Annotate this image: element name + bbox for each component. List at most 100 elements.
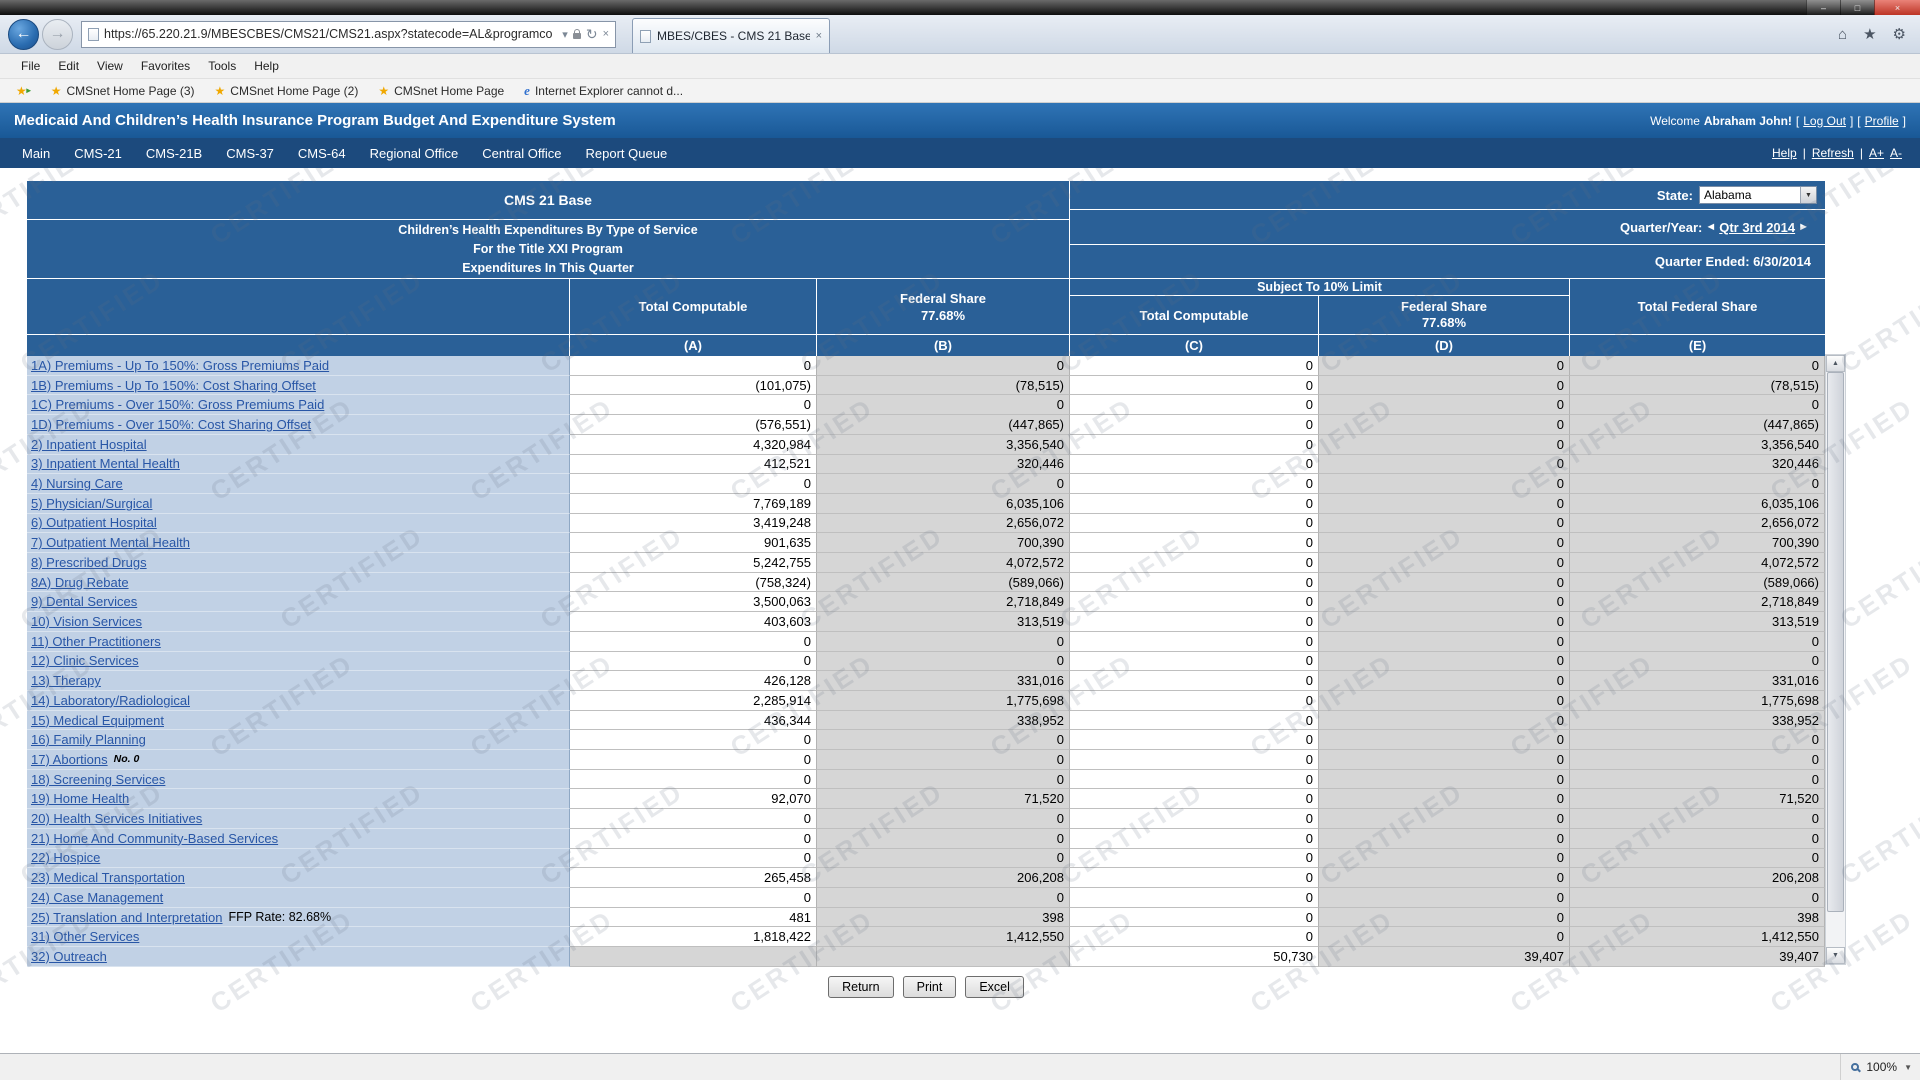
row-link[interactable]: 17) Abortions bbox=[31, 752, 108, 767]
row-link[interactable]: 9) Dental Services bbox=[31, 594, 137, 609]
row-link[interactable]: 6) Outpatient Hospital bbox=[31, 515, 157, 530]
value-cell-e: 0 bbox=[1570, 829, 1825, 849]
nav-item-central-office[interactable]: Central Office bbox=[470, 146, 573, 161]
menu-item-tools[interactable]: Tools bbox=[199, 59, 245, 73]
row-link[interactable]: 10) Vision Services bbox=[31, 614, 142, 629]
autocomplete-dropdown-icon[interactable]: ▾ bbox=[562, 28, 568, 41]
nav-item-report-queue[interactable]: Report Queue bbox=[574, 146, 680, 161]
nav-item-cms21[interactable]: CMS-21 bbox=[62, 146, 134, 161]
profile-link[interactable]: Profile bbox=[1865, 114, 1899, 128]
row-link[interactable]: 8) Prescribed Drugs bbox=[31, 555, 147, 570]
row-link[interactable]: 21) Home And Community-Based Services bbox=[31, 831, 278, 846]
row-link[interactable]: 22) Hospice bbox=[31, 850, 100, 865]
row-link[interactable]: 1A) Premiums - Up To 150%: Gross Premium… bbox=[31, 358, 329, 373]
quarter-link[interactable]: Qtr 3rd 2014 bbox=[1719, 220, 1795, 235]
row-link[interactable]: 1C) Premiums - Over 150%: Gross Premiums… bbox=[31, 397, 324, 412]
favorite-label: CMSnet Home Page (3) bbox=[66, 84, 194, 98]
value-cell-c: 50,730 bbox=[1070, 947, 1319, 967]
favorite-link-ie-cannot[interactable]: e Internet Explorer cannot d... bbox=[514, 79, 693, 102]
row-link[interactable]: 25) Translation and Interpretation bbox=[31, 910, 223, 925]
maximize-button[interactable]: □ bbox=[1840, 0, 1874, 15]
row-link[interactable]: 24) Case Management bbox=[31, 890, 163, 905]
refresh-link[interactable]: Refresh bbox=[1812, 146, 1854, 160]
row-link[interactable]: 19) Home Health bbox=[31, 791, 129, 806]
value-cell-a: 3,500,063 bbox=[570, 592, 817, 612]
row-link[interactable]: 23) Medical Transportation bbox=[31, 870, 185, 885]
row-link[interactable]: 18) Screening Services bbox=[31, 772, 165, 787]
forward-button[interactable]: → bbox=[42, 19, 73, 50]
font-increase-link[interactable]: A+ bbox=[1869, 146, 1884, 160]
quarter-prev-button[interactable]: ◄ bbox=[1705, 221, 1716, 233]
table-scrollbar[interactable]: ▲ ▼ bbox=[1825, 354, 1846, 965]
row-link[interactable]: 2) Inpatient Hospital bbox=[31, 437, 147, 452]
row-link[interactable]: 1B) Premiums - Up To 150%: Cost Sharing … bbox=[31, 378, 316, 393]
stop-button[interactable]: × bbox=[603, 28, 609, 40]
zoom-caret-icon[interactable]: ▼ bbox=[1904, 1063, 1912, 1072]
scroll-down-button[interactable]: ▼ bbox=[1826, 947, 1845, 964]
favorite-link-cmsnet-3[interactable]: ★ CMSnet Home Page (3) bbox=[41, 79, 205, 102]
nav-item-regional-office[interactable]: Regional Office bbox=[358, 146, 471, 161]
menu-item-help[interactable]: Help bbox=[245, 59, 288, 73]
value-cell-b: 2,718,849 bbox=[817, 592, 1070, 612]
value-cell-d: 0 bbox=[1319, 750, 1570, 770]
row-link[interactable]: 16) Family Planning bbox=[31, 732, 146, 747]
print-button[interactable]: Print bbox=[903, 976, 957, 998]
row-link[interactable]: 14) Laboratory/Radiological bbox=[31, 693, 190, 708]
row-link[interactable]: 4) Nursing Care bbox=[31, 476, 123, 491]
favorite-link-cmsnet[interactable]: ★ CMSnet Home Page bbox=[368, 79, 514, 102]
logout-link[interactable]: Log Out bbox=[1803, 114, 1846, 128]
menu-item-edit[interactable]: Edit bbox=[49, 59, 88, 73]
zoom-control[interactable]: 100% ▼ bbox=[1840, 1054, 1912, 1080]
state-select-arrow-icon[interactable]: ▼ bbox=[1800, 187, 1816, 203]
row-link[interactable]: 3) Inpatient Mental Health bbox=[31, 456, 180, 471]
back-button[interactable]: ← bbox=[8, 19, 39, 50]
value-cell-a: (758,324) bbox=[570, 573, 817, 593]
star-icon: ★ bbox=[378, 84, 389, 98]
app-header: Medicaid And Children’s Health Insurance… bbox=[0, 103, 1920, 138]
nav-item-cms37[interactable]: CMS-37 bbox=[214, 146, 286, 161]
settings-gear-icon[interactable]: ⚙ bbox=[1893, 25, 1906, 43]
minimize-button[interactable]: – bbox=[1806, 0, 1840, 15]
row-link[interactable]: 15) Medical Equipment bbox=[31, 713, 164, 728]
scroll-thumb[interactable] bbox=[1827, 372, 1844, 912]
font-decrease-link[interactable]: A- bbox=[1890, 146, 1902, 160]
row-link[interactable]: 8A) Drug Rebate bbox=[31, 575, 129, 590]
help-link[interactable]: Help bbox=[1772, 146, 1797, 160]
row-link[interactable]: 11) Other Practitioners bbox=[31, 634, 161, 649]
state-select[interactable]: Alabama ▼ bbox=[1699, 186, 1817, 204]
value-cell-b: 206,208 bbox=[817, 868, 1070, 888]
tab-close-button[interactable]: × bbox=[816, 30, 822, 42]
row-link[interactable]: 5) Physician/Surgical bbox=[31, 496, 152, 511]
row-link[interactable]: 1D) Premiums - Over 150%: Cost Sharing O… bbox=[31, 417, 311, 432]
row-link[interactable]: 31) Other Services bbox=[31, 929, 139, 944]
row-link[interactable]: 20) Health Services Initiatives bbox=[31, 811, 202, 826]
home-icon[interactable]: ⌂ bbox=[1838, 26, 1847, 43]
quarter-label: Quarter/Year: bbox=[1620, 220, 1702, 235]
value-cell-c: 0 bbox=[1070, 632, 1319, 652]
quarter-next-button[interactable]: ► bbox=[1798, 221, 1809, 233]
nav-item-main[interactable]: Main bbox=[10, 146, 62, 161]
menu-item-file[interactable]: File bbox=[12, 59, 49, 73]
row-link[interactable]: 12) Clinic Services bbox=[31, 653, 139, 668]
refresh-button[interactable]: ↻ bbox=[586, 26, 598, 43]
address-bar[interactable]: https://65.220.21.9/MBESCBES/CMS21/CMS21… bbox=[81, 21, 616, 48]
row-link[interactable]: 13) Therapy bbox=[31, 673, 101, 688]
nav-item-cms21b[interactable]: CMS-21B bbox=[134, 146, 214, 161]
nav-item-cms64[interactable]: CMS-64 bbox=[286, 146, 358, 161]
menu-item-favorites[interactable]: Favorites bbox=[132, 59, 199, 73]
return-button[interactable]: Return bbox=[828, 976, 894, 998]
add-favorite-button[interactable]: ★ ► bbox=[8, 84, 41, 98]
row-link[interactable]: 32) Outreach bbox=[31, 949, 107, 964]
favorites-star-icon[interactable]: ★ bbox=[1863, 25, 1876, 43]
value-cell-b: 0 bbox=[817, 750, 1070, 770]
browser-tab[interactable]: MBES/CBES - CMS 21 Base × bbox=[632, 18, 830, 53]
excel-button[interactable]: Excel bbox=[965, 976, 1024, 998]
value-cell-b: 1,775,698 bbox=[817, 691, 1070, 711]
url-text[interactable]: https://65.220.21.9/MBESCBES/CMS21/CMS21… bbox=[104, 27, 557, 41]
row-link[interactable]: 7) Outpatient Mental Health bbox=[31, 535, 190, 550]
close-button[interactable]: × bbox=[1874, 0, 1920, 15]
menu-item-view[interactable]: View bbox=[88, 59, 132, 73]
favorite-link-cmsnet-2[interactable]: ★ CMSnet Home Page (2) bbox=[205, 79, 369, 102]
scroll-up-button[interactable]: ▲ bbox=[1826, 355, 1845, 372]
quarter-ended-row: Quarter Ended: 6/30/2014 bbox=[1070, 244, 1825, 278]
